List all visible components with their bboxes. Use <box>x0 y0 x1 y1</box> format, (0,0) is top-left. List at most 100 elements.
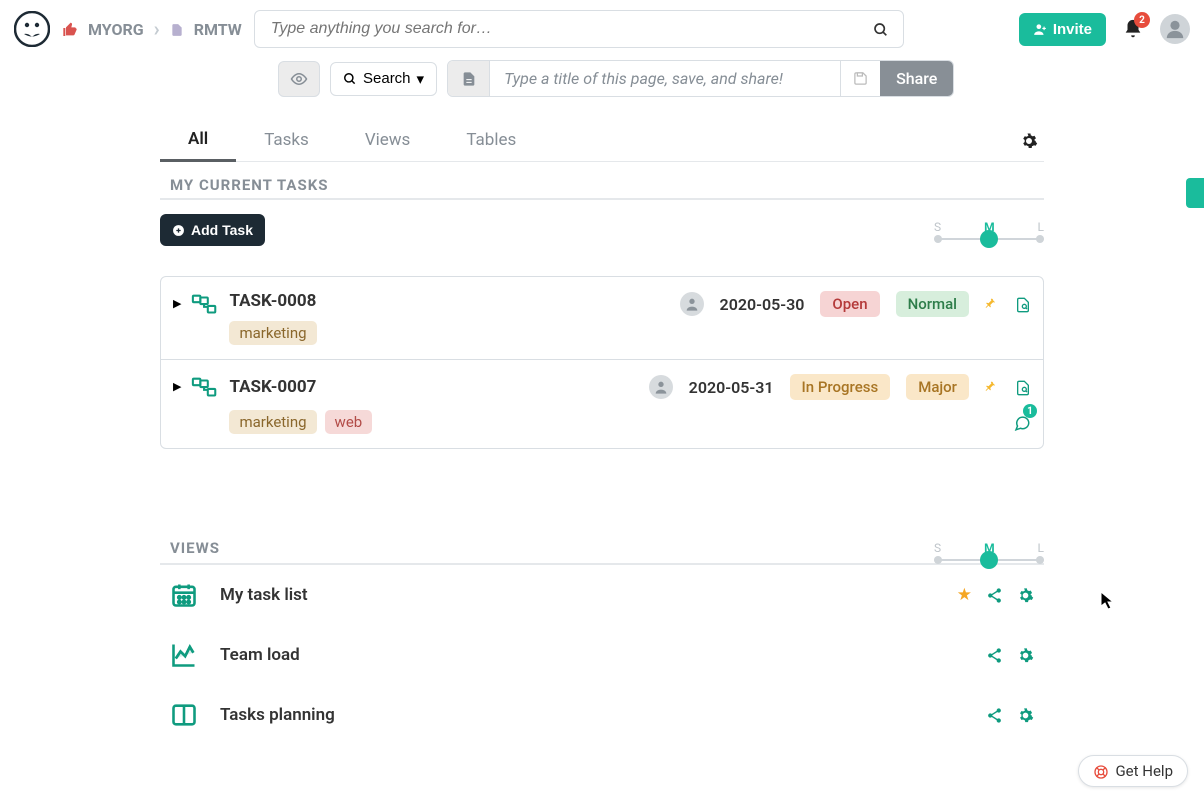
gear-icon[interactable] <box>1017 705 1034 725</box>
task-status[interactable]: Open <box>820 291 879 317</box>
user-icon <box>1164 18 1186 40</box>
assignee-avatar[interactable] <box>680 292 704 316</box>
task-type-icon <box>191 293 219 317</box>
file-icon <box>170 20 184 39</box>
task-date: 2020-05-30 <box>720 295 805 314</box>
search-icon[interactable] <box>873 20 889 39</box>
comments-count: 1 <box>1023 404 1037 418</box>
chart-icon <box>170 641 198 669</box>
task-title[interactable]: TASK-0007 <box>229 377 316 397</box>
search-icon <box>343 72 357 86</box>
tabs-settings-button[interactable] <box>1014 130 1044 150</box>
caret-down-icon: ▾ <box>417 70 425 88</box>
search-dropdown-button[interactable]: Search ▾ <box>330 62 437 96</box>
breadcrumb: MYORG › RMTW <box>62 17 242 41</box>
tasks-section-title: MY CURRENT TASKS <box>160 176 329 194</box>
topbar: MYORG › RMTW Invite 2 <box>0 0 1204 56</box>
tab-tables[interactable]: Tables <box>438 120 544 160</box>
share-icon[interactable] <box>986 705 1003 725</box>
notifications-count: 2 <box>1134 12 1150 28</box>
open-task-icon[interactable] <box>1015 295 1031 314</box>
thumbs-up-icon <box>62 20 78 39</box>
tab-views[interactable]: Views <box>337 120 439 160</box>
chevron-right-icon: › <box>154 17 160 41</box>
get-help-button[interactable]: Get Help <box>1078 755 1188 787</box>
expand-caret-icon[interactable]: ▶ <box>173 380 181 393</box>
topbar-right: Invite 2 <box>1019 13 1190 46</box>
open-task-icon[interactable] <box>1015 378 1031 397</box>
invite-label: Invite <box>1053 21 1092 38</box>
pin-icon[interactable] <box>985 378 999 397</box>
share-button[interactable]: Share <box>880 61 953 96</box>
task-status[interactable]: In Progress <box>790 374 891 400</box>
save-button[interactable] <box>840 61 880 96</box>
tag[interactable]: web <box>325 410 373 434</box>
view-name: Team load <box>220 645 300 665</box>
user-plus-icon <box>1033 22 1047 36</box>
cursor-icon <box>1100 590 1116 611</box>
views-section-title: VIEWS <box>160 539 220 557</box>
gear-icon <box>1020 132 1038 150</box>
size-s: S <box>934 220 941 234</box>
breadcrumb-page[interactable]: RMTW <box>194 20 242 39</box>
gear-icon[interactable] <box>1017 645 1034 665</box>
add-task-button[interactable]: Add Task <box>160 214 265 246</box>
views-section: VIEWS S M L My task list ★ <box>160 539 1044 745</box>
pin-icon[interactable] <box>985 295 999 314</box>
tasks-section-header: MY CURRENT TASKS <box>160 176 1044 194</box>
comments-icon[interactable]: 1 <box>1013 412 1031 432</box>
view-row[interactable]: My task list ★ <box>160 565 1044 625</box>
breadcrumb-org[interactable]: MYORG <box>88 20 144 39</box>
edge-feedback-tab[interactable] <box>1186 178 1204 208</box>
slider-handle[interactable] <box>980 230 998 248</box>
star-icon[interactable]: ★ <box>957 585 972 605</box>
view-name: My task list <box>220 585 308 605</box>
slider-handle[interactable] <box>980 551 998 569</box>
task-row[interactable]: ▶ TASK-0008 marketing 2020-05-30 Open No… <box>161 277 1043 359</box>
tag[interactable]: marketing <box>229 410 316 434</box>
lifebuoy-icon <box>1093 762 1109 780</box>
doc-type-button[interactable] <box>448 61 490 96</box>
tag[interactable]: marketing <box>229 321 316 345</box>
size-slider[interactable]: S M L <box>934 220 1044 240</box>
search-input[interactable] <box>269 19 873 39</box>
share-icon[interactable] <box>986 585 1003 605</box>
plus-circle-icon <box>172 224 185 237</box>
view-row[interactable]: Tasks planning <box>160 685 1044 745</box>
assignee-avatar[interactable] <box>649 375 673 399</box>
task-priority[interactable]: Major <box>906 374 969 400</box>
tasks-controls: Add Task S M L <box>160 214 1044 246</box>
view-row[interactable]: Team load <box>160 625 1044 685</box>
global-search[interactable] <box>254 10 904 48</box>
task-priority[interactable]: Normal <box>896 291 969 317</box>
app-logo[interactable] <box>14 11 50 47</box>
search-dropdown-label: Search <box>363 70 411 87</box>
calendar-icon <box>170 581 198 609</box>
task-title[interactable]: TASK-0008 <box>229 291 669 311</box>
tab-all[interactable]: All <box>160 119 236 162</box>
get-help-label: Get Help <box>1115 762 1173 780</box>
main-content: All Tasks Views Tables MY CURRENT TASKS … <box>0 119 1204 785</box>
task-date: 2020-05-31 <box>689 378 774 397</box>
page-title-input[interactable]: Type a title of this page, save, and sha… <box>490 61 840 96</box>
avatar[interactable] <box>1160 14 1190 44</box>
view-name: Tasks planning <box>220 705 335 725</box>
add-task-label: Add Task <box>191 222 253 238</box>
invite-button[interactable]: Invite <box>1019 13 1106 46</box>
gear-icon[interactable] <box>1017 585 1034 605</box>
page-toolbar: Search ▾ Type a title of this page, save… <box>0 56 1204 109</box>
title-bar: Type a title of this page, save, and sha… <box>447 60 954 97</box>
size-slider[interactable]: S M L <box>934 541 1044 561</box>
size-l: L <box>1038 220 1044 234</box>
task-type-icon <box>191 376 219 400</box>
expand-caret-icon[interactable]: ▶ <box>173 297 181 310</box>
file-text-icon <box>461 71 477 87</box>
tab-tasks[interactable]: Tasks <box>236 120 337 160</box>
share-icon[interactable] <box>986 645 1003 665</box>
preview-button[interactable] <box>278 61 320 97</box>
task-row[interactable]: ▶ TASK-0007 2020-05-31 In Progress Major <box>161 359 1043 448</box>
columns-icon <box>170 701 198 729</box>
notifications-button[interactable]: 2 <box>1122 18 1144 40</box>
eye-icon <box>290 70 308 88</box>
tabs: All Tasks Views Tables <box>160 119 1044 162</box>
